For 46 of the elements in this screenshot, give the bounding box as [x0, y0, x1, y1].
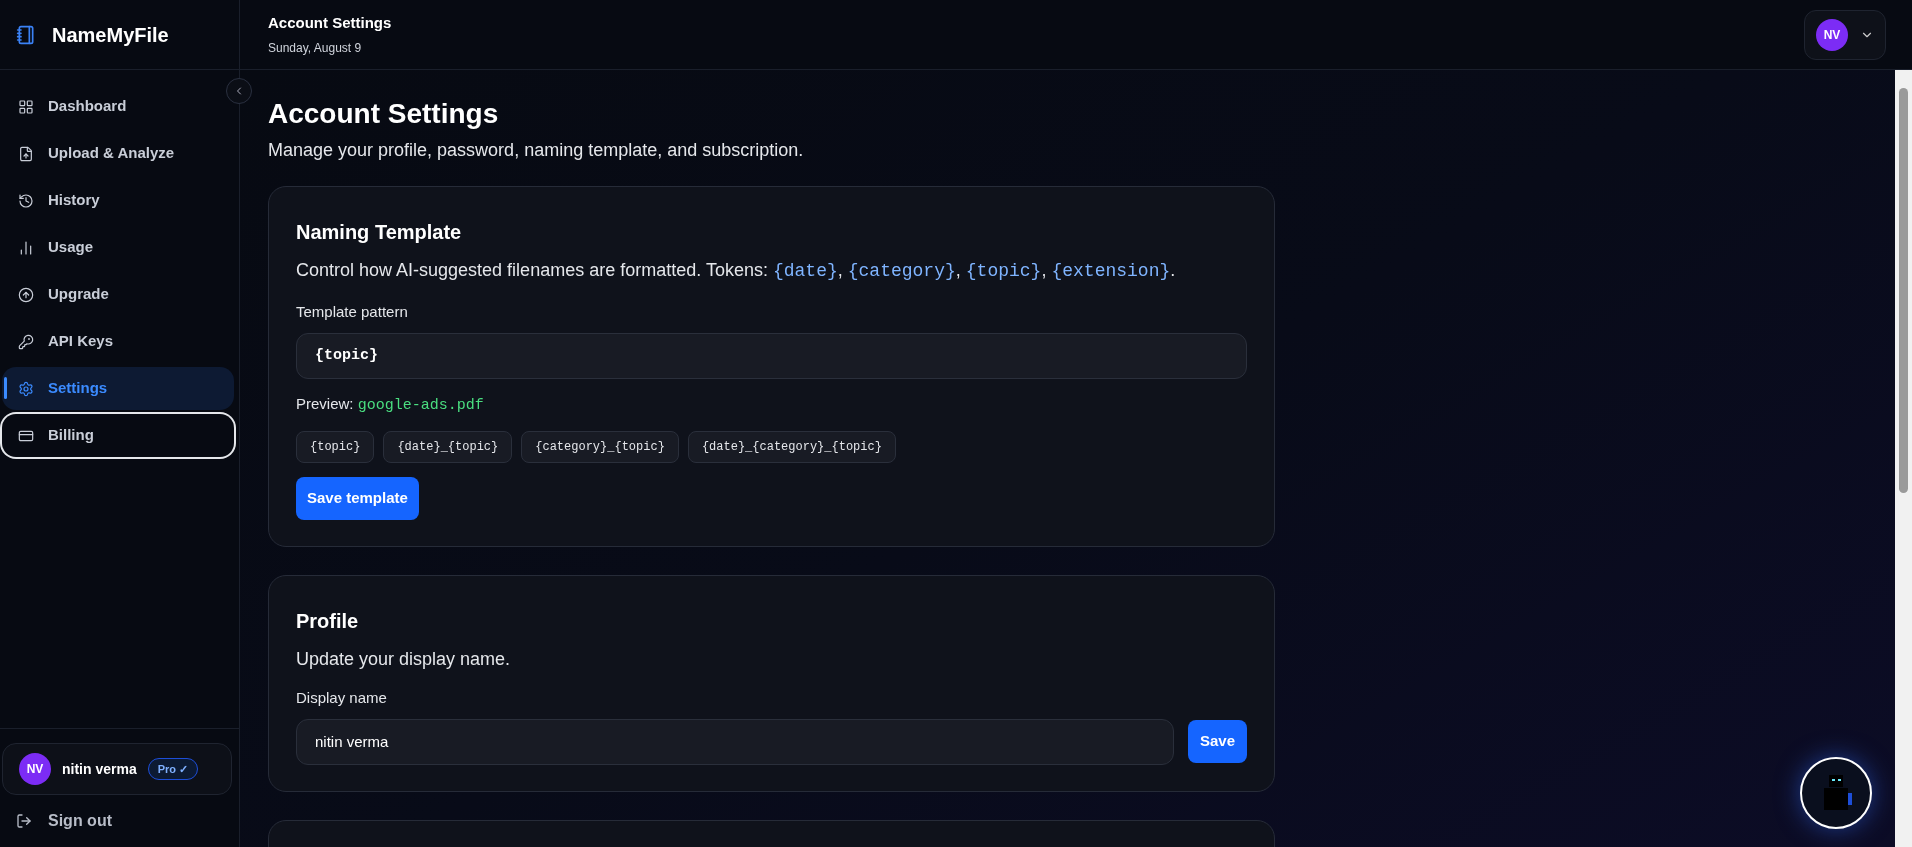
preset-chip[interactable]: {date}_{topic} [383, 431, 513, 463]
nav-item[interactable]: Upload & Analyze [2, 132, 234, 175]
header-title: Account Settings [268, 12, 392, 33]
nav-item[interactable]: Usage [2, 226, 234, 269]
file-upload-icon [18, 145, 34, 162]
user-name: nitin verma [62, 759, 137, 779]
nav-item[interactable]: History [2, 179, 234, 222]
save-button[interactable]: Save [1187, 720, 1247, 763]
plan-badge: Pro ✓ [147, 757, 199, 781]
dashboard-icon [18, 98, 34, 115]
settings-icon [18, 380, 34, 397]
user-card[interactable]: NV nitin verma Pro ✓ [2, 743, 232, 795]
profile-menu-button[interactable]: NV [1804, 9, 1886, 60]
preset-chip[interactable]: {date}_{category}_{topic} [687, 431, 896, 463]
card-description: Control how AI-suggested filenames are formatted. Tokens: {date}, {category}, {topic}, {extension}. [296, 259, 1177, 283]
notebook-logo-icon [16, 24, 36, 45]
page-title: Account Settings [268, 97, 500, 131]
header-avatar: NV [1816, 18, 1848, 51]
key-icon [18, 333, 34, 350]
logout-icon [16, 813, 32, 829]
history-icon [18, 192, 34, 209]
nav-item[interactable]: API Keys [2, 320, 234, 363]
card-title: Profile [296, 609, 360, 634]
brand-name: NameMyFile [52, 22, 169, 48]
field-label: Template pattern [296, 302, 409, 322]
nav-item[interactable]: Settings [2, 367, 234, 410]
active-indicator [4, 377, 7, 399]
nav-item[interactable]: Upgrade [2, 273, 234, 316]
collapse-button[interactable] [226, 78, 252, 104]
sign-out-button[interactable]: Sign out [2, 809, 112, 833]
display-name-input[interactable]: nitin verma [296, 718, 1174, 765]
nav-item[interactable]: Dashboard [2, 85, 234, 128]
preset-chip[interactable]: {topic} [296, 431, 375, 463]
card-description: Update your display name. [296, 648, 512, 671]
header-date: Sunday, August 9 [268, 40, 363, 58]
nav-item[interactable]: Billing [2, 414, 234, 457]
template-input[interactable]: {topic} [296, 332, 1247, 379]
user-avatar: NV [19, 753, 51, 785]
bar-chart-icon [18, 239, 34, 256]
arrow-up-circle-icon [18, 286, 34, 303]
preset-chip[interactable]: {category}_{topic} [521, 431, 679, 463]
page-subtitle: Manage your profile, password, naming template, and subscription. [268, 139, 805, 162]
field-label: Display name [296, 688, 388, 708]
preview-text: Preview: google-ads.pdf [296, 393, 485, 416]
save-template-button[interactable]: Save template [296, 477, 419, 520]
card-title: Naming Template [296, 220, 463, 245]
